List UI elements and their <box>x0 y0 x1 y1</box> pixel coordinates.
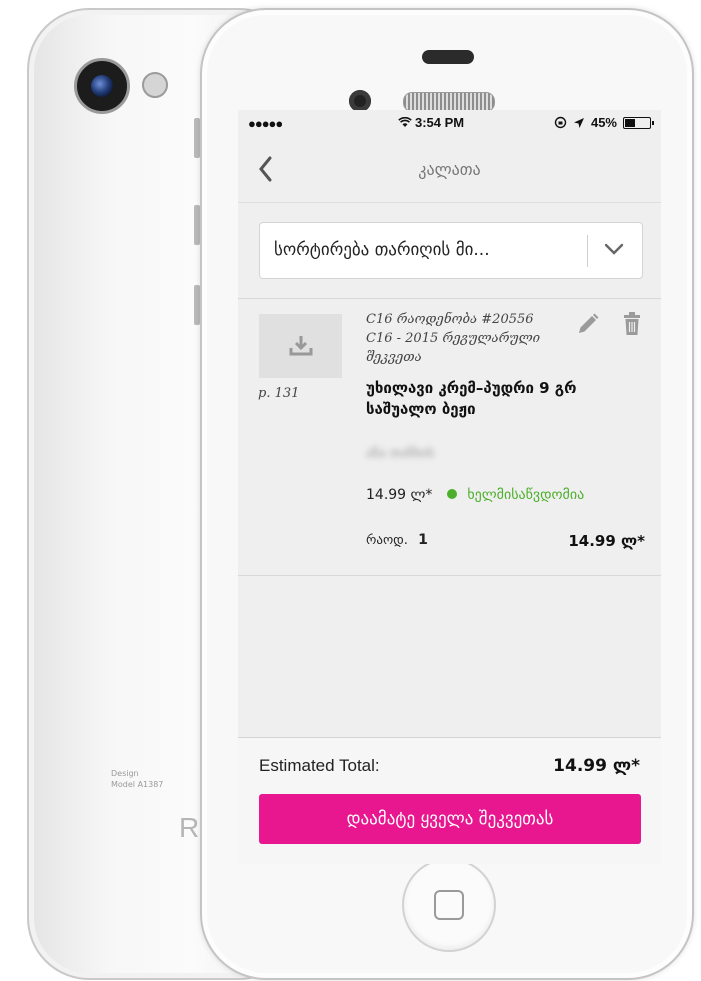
location-icon <box>573 117 584 128</box>
model-text: Design Model A1387 <box>111 768 163 790</box>
sort-label: სორტირება თარიღის მი... <box>274 240 490 260</box>
status-time: 3:54 PM <box>398 115 464 130</box>
chevron-down-icon <box>604 243 624 255</box>
app-screen: ●●●●● 3:54 PM 45% კალათა სორტირება თარიღ… <box>238 110 661 864</box>
item-bottom-divider <box>238 575 661 576</box>
rear-camera-icon <box>74 58 130 114</box>
wifi-icon <box>398 116 412 127</box>
add-all-to-order-button[interactable]: დაამატე ყველა შეკვეთას <box>259 794 641 844</box>
earpiece <box>403 92 495 112</box>
download-icon <box>289 336 313 356</box>
item-thumbnail[interactable] <box>259 314 342 378</box>
status-right: 45% <box>554 115 654 130</box>
price-row: 14.99 ლ* ხელმისაწვდომია <box>366 487 584 503</box>
home-button[interactable] <box>402 858 496 952</box>
qty-label: რაოდ. <box>366 533 408 548</box>
model-text-line2: Model A1387 <box>111 780 164 789</box>
front-camera-icon <box>349 90 371 112</box>
sort-divider <box>587 235 588 267</box>
pencil-icon[interactable] <box>576 312 600 336</box>
product-name: უხილავი კრემ–პუდრი 9 გრ საშუალო ბეჟი <box>366 379 577 418</box>
sort-dropdown[interactable]: სორტირება თარიღის მი... <box>259 222 643 279</box>
order-line1: C16 რაოდენობა #20556 <box>366 312 534 327</box>
order-info: C16 რაოდენობა #20556 C16 - 2015 რეგულარუ… <box>366 310 581 367</box>
totals-panel: Estimated Total: 14.99 ლ* დაამატე ყველა … <box>238 737 661 864</box>
top-speaker <box>422 50 474 64</box>
status-bar: ●●●●● 3:54 PM 45% <box>238 110 661 140</box>
time-text: 3:54 PM <box>415 115 465 130</box>
model-text-line1: Design <box>111 769 139 778</box>
order-line2: C16 - 2015 რეგულარული შეკვეთა <box>366 331 541 365</box>
quantity[interactable]: რაოდ. 1 <box>366 532 428 548</box>
unit-price: 14.99 ლ* <box>366 487 433 503</box>
battery-fill <box>625 118 635 127</box>
signal-strength: ●●●●● <box>248 116 283 131</box>
trash-icon[interactable] <box>622 312 642 336</box>
qty-value: 1 <box>418 532 428 548</box>
availability-status: ხელმისაწვდომია <box>467 487 585 503</box>
page-title: კალათა <box>418 160 481 179</box>
availability-dot-icon <box>446 489 457 499</box>
blurred-text: ანა თანხის <box>366 446 435 461</box>
rear-flash-icon <box>142 72 168 98</box>
rotation-lock-icon <box>554 116 567 129</box>
line-total: 14.99 ლ* <box>568 532 645 550</box>
estimated-total-label: Estimated Total: <box>259 756 380 775</box>
battery-icon <box>623 116 654 129</box>
estimated-total-value: 14.99 ლ* <box>553 756 640 776</box>
page-reference: p. 131 <box>258 386 300 401</box>
home-square-icon <box>434 890 464 920</box>
item-top-divider <box>238 298 661 299</box>
back-logo: R <box>179 812 200 843</box>
battery-percent: 45% <box>590 115 617 130</box>
nav-bar: კალათა <box>238 140 661 203</box>
